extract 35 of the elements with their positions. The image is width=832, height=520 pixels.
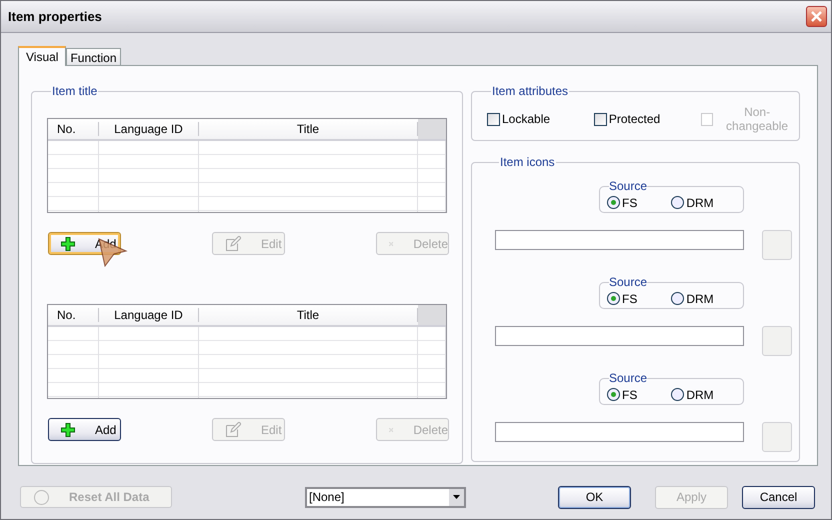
close-icon [810, 10, 823, 23]
group-label: Item title [51, 84, 98, 98]
column-header[interactable]: Language ID [99, 308, 199, 322]
checkbox[interactable]: Protected [594, 105, 660, 133]
path-field[interactable] [495, 230, 744, 250]
plus-icon [61, 422, 75, 436]
column-header[interactable]: Language ID [99, 122, 199, 136]
radio-button[interactable]: FS [607, 196, 638, 210]
radio-button[interactable]: FS [607, 388, 638, 402]
tab[interactable]: Visual [18, 46, 66, 66]
plus-icon [61, 236, 75, 250]
caret-icon [453, 495, 460, 499]
group-label: Source [609, 275, 648, 289]
tab[interactable]: Function [66, 48, 120, 65]
pencil-icon [225, 236, 241, 252]
dropdown[interactable]: [None] [305, 486, 466, 508]
radio-button[interactable]: DRM [671, 292, 714, 306]
close-button[interactable] [806, 6, 827, 27]
radio-button[interactable]: DRM [671, 388, 714, 402]
window-title: Item properties [8, 9, 102, 24]
dialog-button[interactable]: Cancel [742, 486, 815, 508]
path-field[interactable] [495, 422, 744, 442]
radio-button[interactable]: FS [607, 292, 638, 306]
checkbox[interactable]: Lockable [487, 105, 550, 133]
group-label: Item attributes [491, 84, 570, 98]
add-button[interactable]: Add [48, 418, 121, 441]
radio-button[interactable]: DRM [671, 196, 714, 210]
column-header[interactable]: No. [48, 308, 99, 322]
group-label: Source [609, 179, 648, 193]
dialog-button[interactable]: OK [558, 486, 631, 508]
path-field[interactable] [495, 326, 744, 346]
column-header[interactable]: No. [48, 122, 99, 136]
group-label: Source [609, 371, 648, 385]
pencil-icon [225, 422, 241, 438]
group-label: Item icons [499, 155, 556, 169]
